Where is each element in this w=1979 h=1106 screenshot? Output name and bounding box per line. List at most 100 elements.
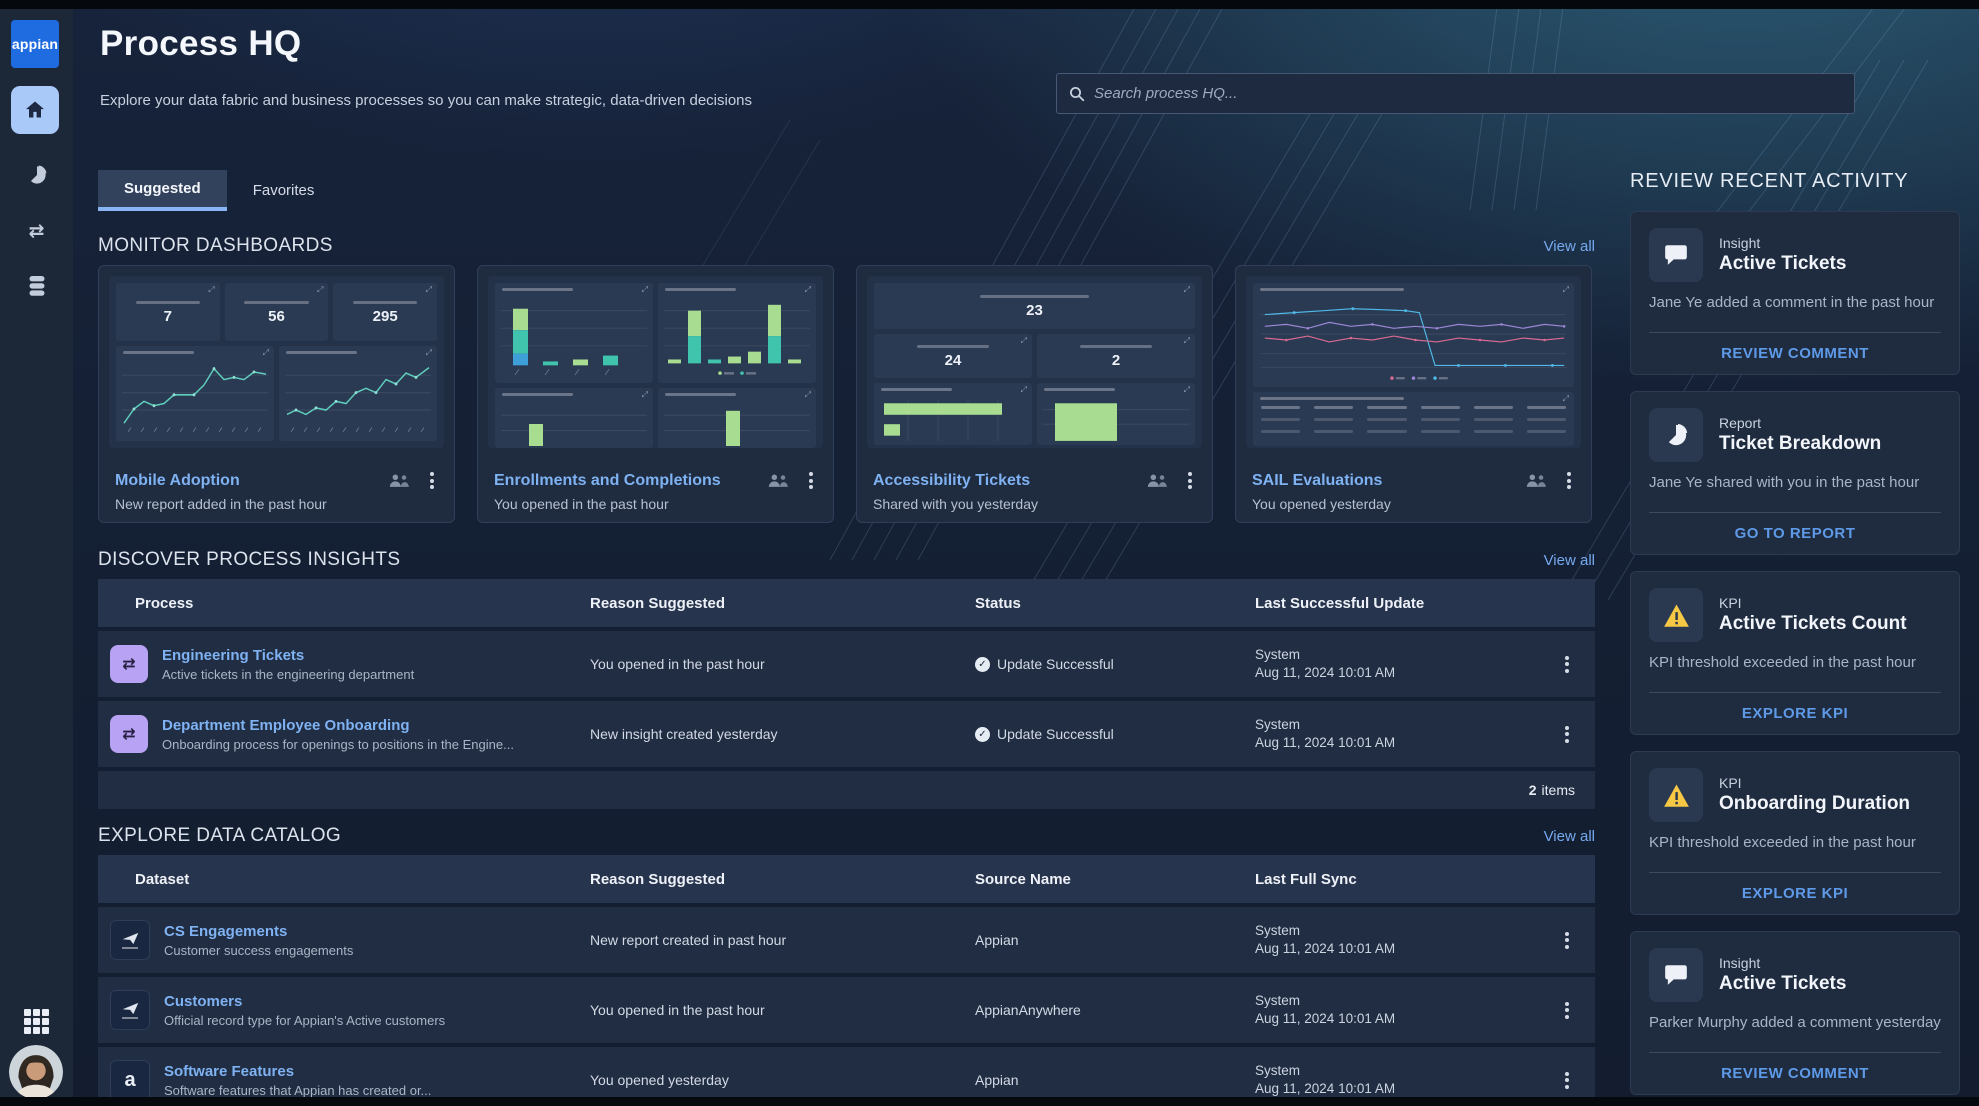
go-to-report-button[interactable]: GO TO REPORT: [1649, 512, 1941, 554]
card-menu-kebab-icon[interactable]: [1184, 470, 1196, 491]
activity-type: Insight: [1719, 235, 1846, 251]
mini-kpi-tile: ⤢2: [1037, 334, 1195, 378]
process-title-link[interactable]: Engineering Tickets: [162, 647, 414, 664]
process-icon: ⇄: [110, 715, 148, 753]
mini-line-chart: ⤢: [116, 346, 274, 441]
warning-triangle-icon: [1649, 768, 1703, 822]
dashboard-card-subtitle: You opened in the past hour: [494, 496, 817, 512]
sidebar-item-app-switcher[interactable]: [0, 1001, 73, 1041]
dataset-description: Customer success engagements: [164, 943, 353, 958]
mini-bar-chart: ⤢: [495, 388, 653, 448]
expand-icon: ⤢: [426, 285, 432, 295]
last-sync-cell: System Aug 11, 2024 10:01 AM: [1233, 922, 1523, 958]
view-all-insights-link[interactable]: View all: [1544, 552, 1595, 569]
dashboard-thumbnail[interactable]: ⤢7 ⤢56 ⤢295 ⤢ ⤢: [109, 276, 444, 448]
review-comment-button[interactable]: REVIEW COMMENT: [1649, 332, 1941, 374]
activity-card-insight-active-tickets: Insight Active Tickets Jane Ye added a c…: [1630, 211, 1960, 375]
activity-type: KPI: [1719, 595, 1907, 611]
dashboard-thumbnail[interactable]: ⤢23 ⤢24 ⤢2 ⤢ ⤢: [867, 276, 1202, 448]
activity-heading: REVIEW RECENT ACTIVITY: [1630, 170, 1960, 193]
expand-icon: ⤢: [1184, 285, 1190, 295]
dataset-title-link[interactable]: CS Engagements: [164, 923, 353, 940]
sidebar-item-analytics[interactable]: [0, 153, 73, 197]
browser-bottom-bar: [0, 1097, 1979, 1106]
activity-body: Parker Murphy added a comment yesterday: [1649, 1013, 1941, 1033]
expand-icon: ⤢: [1184, 336, 1190, 346]
sidebar-item-data[interactable]: [0, 264, 73, 308]
database-icon: [27, 275, 47, 297]
card-menu-kebab-icon[interactable]: [1563, 470, 1575, 491]
pie-chart-icon: [1649, 408, 1703, 462]
appian-logo[interactable]: appian: [11, 20, 59, 68]
dataset-title-link[interactable]: Software Features: [164, 1063, 431, 1080]
column-header-reason: Reason Suggested: [568, 595, 953, 612]
waffle-grid-icon: [24, 1009, 49, 1034]
shared-users-icon[interactable]: [1146, 473, 1168, 488]
reason-cell: New report created in past hour: [568, 932, 953, 948]
activity-type: KPI: [1719, 775, 1910, 791]
page-subtitle: Explore your data fabric and business pr…: [100, 92, 752, 109]
row-menu-kebab-icon[interactable]: [1561, 1070, 1573, 1091]
reason-cell: You opened in the past hour: [568, 656, 953, 672]
tab-favorites[interactable]: Favorites: [227, 170, 341, 211]
dashboard-card-subtitle: New report added in the past hour: [115, 496, 438, 512]
data-catalog-table: Dataset Reason Suggested Source Name Las…: [98, 855, 1595, 1106]
dashboard-title-link[interactable]: Accessibility Tickets: [873, 472, 1030, 490]
table-row: ⇄ Department Employee Onboarding Onboard…: [98, 701, 1595, 767]
row-menu-kebab-icon[interactable]: [1561, 930, 1573, 951]
view-all-dashboards-link[interactable]: View all: [1544, 238, 1595, 255]
view-all-catalog-link[interactable]: View all: [1544, 828, 1595, 845]
row-menu-kebab-icon[interactable]: [1561, 654, 1573, 675]
dashboard-card-mobile-adoption: ⤢7 ⤢56 ⤢295 ⤢ ⤢: [98, 265, 455, 523]
last-sync-cell: System Aug 11, 2024 10:01 AM: [1233, 1062, 1523, 1098]
shared-users-icon[interactable]: [767, 473, 789, 488]
items-count: 2: [1529, 782, 1537, 798]
activity-body: KPI threshold exceeded in the past hour: [1649, 653, 1941, 673]
review-comment-button[interactable]: REVIEW COMMENT: [1649, 1052, 1941, 1094]
activity-title: Onboarding Duration: [1719, 793, 1910, 815]
dataset-description: Official record type for Appian's Active…: [164, 1013, 445, 1028]
activity-type: Report: [1719, 415, 1881, 431]
dashboard-thumbnail[interactable]: ⤢ ⤢: [488, 276, 823, 448]
section-heading-process-insights: DISCOVER PROCESS INSIGHTS: [98, 549, 400, 571]
dataset-title-link[interactable]: Customers: [164, 993, 445, 1010]
activity-title: Ticket Breakdown: [1719, 433, 1881, 455]
reason-cell: You opened yesterday: [568, 1072, 953, 1088]
process-description: Onboarding process for openings to posit…: [162, 737, 514, 752]
explore-kpi-button[interactable]: EXPLORE KPI: [1649, 872, 1941, 914]
shared-users-icon[interactable]: [388, 473, 410, 488]
activity-card-kpi-onboarding-duration: KPI Onboarding Duration KPI threshold ex…: [1630, 751, 1960, 915]
search-input[interactable]: [1094, 85, 1842, 102]
row-menu-kebab-icon[interactable]: [1561, 1000, 1573, 1021]
card-menu-kebab-icon[interactable]: [805, 470, 817, 491]
column-header-source: Source Name: [953, 871, 1233, 888]
dashboard-card-accessibility-tickets: ⤢23 ⤢24 ⤢2 ⤢ ⤢: [856, 265, 1213, 523]
sidebar: appian ⇄: [0, 9, 73, 1097]
tab-bar: Suggested Favorites: [98, 170, 1595, 211]
dashboard-title-link[interactable]: Mobile Adoption: [115, 472, 240, 490]
recent-activity-panel: REVIEW RECENT ACTIVITY Insight Active Ti…: [1630, 170, 1960, 1095]
activity-title: Active Tickets Count: [1719, 613, 1907, 635]
process-title-link[interactable]: Department Employee Onboarding: [162, 717, 514, 734]
explore-kpi-button[interactable]: EXPLORE KPI: [1649, 692, 1941, 734]
user-avatar[interactable]: [9, 1045, 63, 1099]
dashboard-title-link[interactable]: SAIL Evaluations: [1252, 472, 1382, 490]
mini-kpi-tile: ⤢56: [225, 283, 329, 341]
expand-icon: ⤢: [1021, 336, 1027, 346]
dashboard-title-link[interactable]: Enrollments and Completions: [494, 472, 721, 490]
mini-kpi-tile: ⤢24: [874, 334, 1032, 378]
tab-suggested[interactable]: Suggested: [98, 170, 227, 211]
section-heading-monitor-dashboards: MONITOR DASHBOARDS: [98, 235, 333, 257]
search-bar[interactable]: [1056, 73, 1855, 114]
process-description: Active tickets in the engineering depart…: [162, 667, 414, 682]
shared-users-icon[interactable]: [1525, 473, 1547, 488]
sidebar-item-processes[interactable]: ⇄: [0, 209, 73, 253]
row-menu-kebab-icon[interactable]: [1561, 724, 1573, 745]
sidebar-item-home[interactable]: [11, 86, 59, 134]
mini-stacked-bar-chart: ⤢: [658, 283, 816, 383]
status-cell: ✓Update Successful: [975, 726, 1233, 742]
dashboard-card-subtitle: You opened yesterday: [1252, 496, 1575, 512]
letter-a-dataset-icon: a: [110, 1060, 150, 1100]
card-menu-kebab-icon[interactable]: [426, 470, 438, 491]
dashboard-thumbnail[interactable]: ⤢: [1246, 276, 1581, 448]
